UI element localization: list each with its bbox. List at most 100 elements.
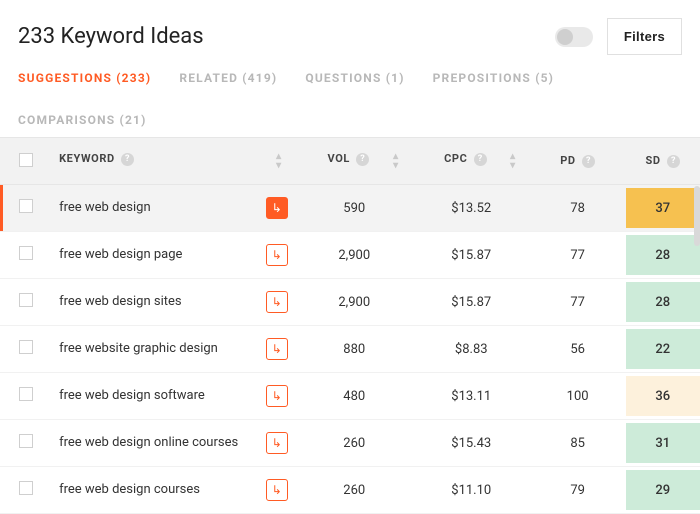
- vol-cell: 480: [296, 373, 413, 420]
- cpc-cell: $8.83: [413, 326, 530, 373]
- vol-cell: 260: [296, 467, 413, 514]
- tab-2[interactable]: QUESTIONS (1): [305, 71, 404, 85]
- select-all-checkbox[interactable]: [19, 153, 33, 167]
- vol-cell: 2,900: [296, 279, 413, 326]
- pd-cell: 78: [530, 185, 626, 232]
- cpc-cell: $15.87: [413, 279, 530, 326]
- column-cpc[interactable]: CPC ? ▴▾: [413, 138, 530, 185]
- column-cpc-label: CPC: [444, 152, 467, 165]
- keyword-cell: free web design software ↳: [51, 373, 296, 420]
- header-checkbox-cell: [0, 138, 51, 185]
- scrollbar-thumb[interactable]: [694, 186, 700, 246]
- keyword-cell: free web design courses ↳: [51, 467, 296, 514]
- row-checkbox[interactable]: [19, 199, 33, 213]
- expand-icon[interactable]: ↳: [266, 479, 288, 501]
- row-checkbox[interactable]: [19, 387, 33, 401]
- row-checkbox-cell: [0, 373, 51, 420]
- column-pd[interactable]: PD ?: [530, 138, 626, 185]
- help-icon[interactable]: ?: [474, 153, 487, 166]
- expand-icon[interactable]: ↳: [266, 432, 288, 454]
- keyword-cell: free web design ↳: [51, 185, 296, 232]
- expand-icon[interactable]: ↳: [266, 197, 288, 219]
- pd-cell: 56: [530, 326, 626, 373]
- sort-icon[interactable]: ▴▾: [393, 152, 399, 170]
- table-row[interactable]: free web design software↳480$13.1110036: [0, 373, 700, 420]
- expand-icon[interactable]: ↳: [266, 244, 288, 266]
- column-vol-label: VOL: [328, 152, 350, 165]
- vol-cell: 260: [296, 420, 413, 467]
- sd-cell: 31: [626, 420, 700, 467]
- column-vol[interactable]: VOL ? ▴▾: [296, 138, 413, 185]
- tab-1[interactable]: RELATED (419): [179, 71, 277, 85]
- keyword-text: free web design courses: [59, 482, 260, 499]
- row-checkbox-cell: [0, 232, 51, 279]
- table-row[interactable]: free web design page ↳ 2,900$15.877728: [0, 232, 700, 279]
- cpc-cell: $15.87: [413, 232, 530, 279]
- column-sd[interactable]: SD ?: [626, 138, 700, 185]
- expand-icon[interactable]: ↳: [266, 385, 288, 407]
- row-checkbox-cell: [0, 467, 51, 514]
- column-keyword-label: KEYWORD: [59, 152, 115, 165]
- keyword-text: free website graphic design: [59, 341, 260, 358]
- row-checkbox-cell: [0, 279, 51, 326]
- cpc-cell: $13.52: [413, 185, 530, 232]
- sd-cell: 28: [626, 279, 700, 326]
- table-row[interactable]: free web design sites ↳ 2,900$15.877728: [0, 279, 700, 326]
- table-row[interactable]: free web design courses↳260$11.107929: [0, 467, 700, 514]
- keyword-cell: free web design online courses ↳: [51, 420, 296, 467]
- keyword-text: free web design online courses: [59, 435, 260, 452]
- pd-cell: 85: [530, 420, 626, 467]
- view-toggle[interactable]: [555, 27, 593, 47]
- help-icon[interactable]: ?: [582, 155, 595, 168]
- sd-cell: 29: [626, 467, 700, 514]
- tab-3[interactable]: PREPOSITIONS (5): [433, 71, 554, 85]
- column-keyword[interactable]: KEYWORD ? ▴▾: [51, 138, 296, 185]
- column-sd-label: SD: [646, 154, 661, 167]
- sd-cell: 37: [626, 185, 700, 232]
- expand-icon[interactable]: ↳: [266, 338, 288, 360]
- pd-cell: 100: [530, 373, 626, 420]
- keyword-cell: free web design page ↳: [51, 232, 296, 279]
- table-row[interactable]: free web design ↳ 590$13.527837: [0, 185, 700, 232]
- column-pd-label: PD: [560, 154, 575, 167]
- sd-cell: 22: [626, 326, 700, 373]
- help-icon[interactable]: ?: [667, 155, 680, 168]
- row-checkbox[interactable]: [19, 434, 33, 448]
- pd-cell: 77: [530, 232, 626, 279]
- keyword-text: free web design: [59, 200, 260, 217]
- header: 233 Keyword Ideas Filters: [0, 0, 700, 67]
- row-checkbox-cell: [0, 420, 51, 467]
- row-checkbox-cell: [0, 326, 51, 373]
- keyword-text: free web design software: [59, 388, 260, 405]
- tab-0[interactable]: SUGGESTIONS (233): [18, 71, 151, 85]
- tab-bar: SUGGESTIONS (233) RELATED (419) QUESTIONS …: [0, 67, 700, 137]
- vol-cell: 2,900: [296, 232, 413, 279]
- expand-icon[interactable]: ↳: [266, 291, 288, 313]
- keyword-text: free web design sites: [59, 294, 260, 311]
- row-checkbox-cell: [0, 185, 51, 232]
- cpc-cell: $11.10: [413, 467, 530, 514]
- help-icon[interactable]: ?: [356, 153, 369, 166]
- sort-icon[interactable]: ▴▾: [510, 152, 516, 170]
- row-checkbox[interactable]: [19, 293, 33, 307]
- table-row[interactable]: free web design online courses↳260$15.43…: [0, 420, 700, 467]
- row-checkbox[interactable]: [19, 481, 33, 495]
- header-controls: Filters: [555, 18, 682, 55]
- row-checkbox[interactable]: [19, 246, 33, 260]
- tab-4[interactable]: COMPARISONS (21): [18, 113, 147, 127]
- row-checkbox[interactable]: [19, 340, 33, 354]
- keyword-cell: free web design sites ↳: [51, 279, 296, 326]
- vol-cell: 590: [296, 185, 413, 232]
- vol-cell: 880: [296, 326, 413, 373]
- filters-button[interactable]: Filters: [607, 18, 682, 55]
- sd-cell: 28: [626, 232, 700, 279]
- keyword-text: free web design page: [59, 247, 260, 264]
- page-title: 233 Keyword Ideas: [18, 24, 204, 49]
- sort-icon[interactable]: ▴▾: [276, 152, 282, 170]
- keyword-cell: free website graphic design ↳: [51, 326, 296, 373]
- keyword-table: KEYWORD ? ▴▾ VOL ? ▴▾ CPC ? ▴▾ PD ? SD ?: [0, 137, 700, 514]
- table-row[interactable]: free website graphic design ↳ 880$8.835622: [0, 326, 700, 373]
- help-icon[interactable]: ?: [121, 153, 134, 166]
- sd-cell: 36: [626, 373, 700, 420]
- pd-cell: 77: [530, 279, 626, 326]
